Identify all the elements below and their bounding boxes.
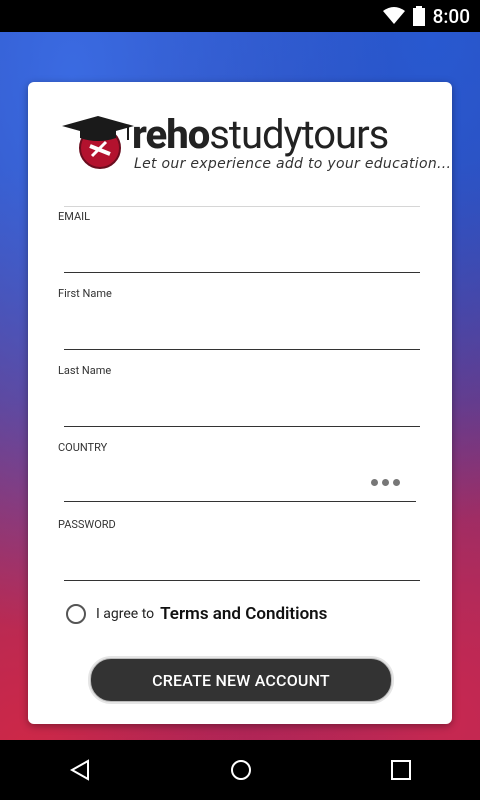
agree-radio[interactable]	[66, 604, 86, 624]
create-account-button[interactable]: CREATE NEW ACCOUNT	[90, 658, 392, 702]
first-name-label: First Name	[58, 287, 112, 300]
email-label: EMAIL	[58, 210, 91, 223]
password-field-group: PASSWORD	[58, 518, 420, 581]
battery-icon	[412, 6, 425, 26]
country-field-group: COUNTRY	[58, 441, 418, 502]
first-name-field[interactable]	[64, 317, 420, 350]
password-field[interactable]	[64, 548, 420, 581]
navigation-bar	[0, 740, 480, 800]
agree-text: I agree to	[96, 606, 155, 622]
email-field[interactable]	[64, 240, 420, 273]
country-label: COUNTRY	[58, 441, 108, 454]
graduation-cap-logo-icon	[62, 116, 134, 169]
back-icon[interactable]	[68, 758, 92, 782]
password-label: PASSWORD	[58, 518, 116, 531]
wifi-icon	[382, 7, 405, 24]
email-field-group: EMAIL	[58, 210, 420, 273]
terms-link[interactable]: Terms and Conditions	[160, 604, 327, 624]
brand-wordmark: rehostudytours	[132, 111, 389, 158]
status-time: 8:00	[432, 4, 470, 28]
country-select[interactable]	[64, 471, 416, 502]
status-bar: 8:00	[0, 0, 480, 32]
last-name-label: Last Name	[58, 364, 112, 377]
divider	[64, 206, 420, 207]
terms-agreement: I agree to Terms and Conditions	[66, 604, 327, 624]
more-options-icon[interactable]	[371, 479, 400, 486]
brand-logo: rehostudytours Let our experience add to…	[62, 110, 451, 180]
recents-icon[interactable]	[390, 759, 412, 781]
home-icon[interactable]	[229, 758, 253, 782]
first-name-field-group: First Name	[58, 287, 420, 350]
last-name-field-group: Last Name	[58, 364, 420, 427]
signup-card: rehostudytours Let our experience add to…	[28, 82, 452, 724]
brand-tagline: Let our experience add to your education…	[134, 156, 452, 172]
last-name-field[interactable]	[64, 394, 420, 427]
